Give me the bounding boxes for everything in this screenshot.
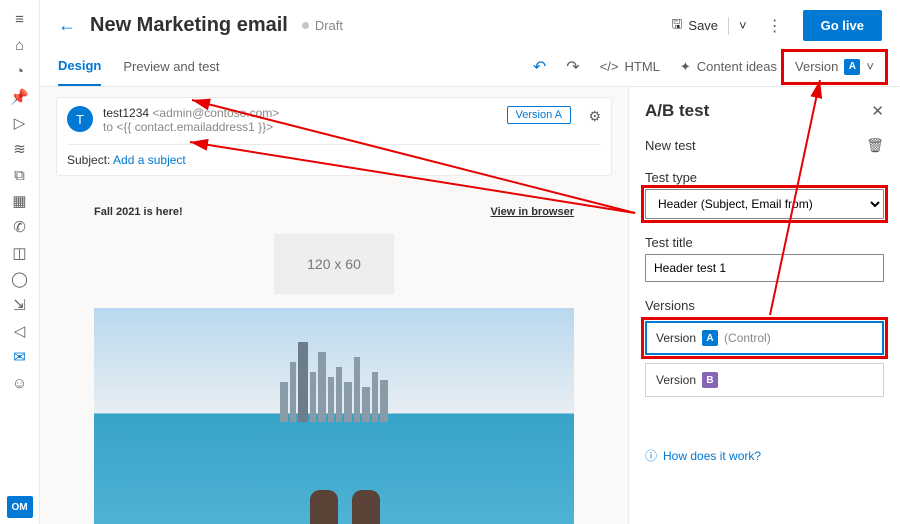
email-headline: Fall 2021 is here!: [94, 206, 183, 218]
bookmark-icon[interactable]: ◫: [4, 240, 36, 266]
how-does-it-work-link[interactable]: ⓘ How does it work?: [645, 447, 884, 464]
sender-avatar: T: [67, 106, 93, 132]
test-title-input[interactable]: [645, 254, 884, 282]
chevron-down-icon[interactable]: ˅: [739, 18, 747, 33]
logo-placeholder[interactable]: 120 x 60: [274, 234, 394, 294]
tab-design[interactable]: Design: [58, 47, 101, 86]
trash-icon[interactable]: 🗑: [866, 137, 884, 154]
from-block: test1234 <admin@contoso.com> to <{{ cont…: [103, 106, 279, 134]
sender-address: <admin@contoso.com>: [152, 106, 279, 120]
back-icon[interactable]: ←: [58, 15, 76, 36]
play-icon[interactable]: ▷: [4, 110, 36, 136]
hamburger-icon[interactable]: ≡: [4, 6, 36, 32]
share-icon[interactable]: ⇲: [4, 292, 36, 318]
main-area: ← New Marketing email Draft 🖫 Save ˅ ⋮ G…: [40, 0, 900, 524]
to-line: to <{{ contact.emailaddress1 }}>: [103, 120, 273, 134]
undo-icon[interactable]: ↶: [523, 57, 556, 77]
version-b-item[interactable]: Version B: [645, 363, 884, 397]
version-badge-a: A: [844, 59, 860, 75]
recent-icon[interactable]: ◔: [4, 58, 36, 84]
person-icon[interactable]: ◯: [4, 266, 36, 292]
code-icon: </>: [600, 59, 619, 74]
hero-image[interactable]: [94, 308, 574, 524]
version-b-text: Version: [656, 373, 696, 387]
email-body: Fall 2021 is here! View in browser 120 x…: [56, 206, 612, 524]
save-button[interactable]: 🖫 Save ˅: [671, 15, 746, 37]
go-live-button[interactable]: Go live: [803, 10, 882, 41]
more-icon[interactable]: ⋮: [761, 16, 789, 36]
phone-icon[interactable]: ✆: [4, 214, 36, 240]
panel-title: A/B test ✕: [645, 101, 884, 121]
sender-name: test1234: [103, 106, 149, 120]
test-type-label: Test type: [645, 170, 884, 185]
save-icon: 🖫: [671, 15, 682, 37]
pin-icon[interactable]: 📌: [4, 84, 36, 110]
org-badge[interactable]: OM: [7, 496, 33, 518]
subject-row: Subject: Add a subject: [67, 144, 601, 167]
version-a-text: Version: [656, 331, 696, 345]
view-in-browser-link[interactable]: View in browser: [490, 206, 574, 218]
version-badge-b: B: [702, 372, 718, 388]
new-test-label: New test: [645, 138, 696, 153]
content-ideas-button[interactable]: ✦ Content ideas: [670, 59, 787, 75]
flow-icon[interactable]: ≋: [4, 136, 36, 162]
gear-icon[interactable]: ⚙: [588, 108, 601, 125]
ab-test-panel: A/B test ✕ New test 🗑 Test type Header (…: [628, 87, 900, 524]
version-a-note: (Control): [724, 331, 771, 345]
html-label: HTML: [625, 59, 660, 74]
status-badge: Draft: [302, 18, 343, 33]
sparkle-icon: ✦: [680, 59, 691, 75]
test-title-label: Test title: [645, 235, 884, 250]
version-label: Version: [795, 59, 838, 74]
version-badge-a: A: [702, 330, 718, 346]
html-button[interactable]: </> HTML: [590, 59, 670, 74]
tab-preview[interactable]: Preview and test: [123, 48, 219, 85]
copy-icon[interactable]: ⧉: [4, 162, 36, 188]
page-header: ← New Marketing email Draft 🖫 Save ˅ ⋮ G…: [40, 0, 900, 47]
editor-toolbar: Design Preview and test ↶ ↷ </> HTML ✦ C…: [40, 47, 900, 87]
page-title: New Marketing email: [90, 14, 288, 37]
subject-input-link[interactable]: Add a subject: [113, 153, 186, 167]
save-label: Save: [688, 18, 718, 33]
left-navigation-rail: ≡ ⌂ ◔ 📌 ▷ ≋ ⧉ ▦ ✆ ◫ ◯ ⇲ ◁ ✉ ☺ OM: [0, 0, 40, 524]
subject-label: Subject:: [67, 153, 110, 167]
email-canvas: T test1234 <admin@contoso.com> to <{{ co…: [40, 87, 628, 524]
megaphone-icon[interactable]: ◁: [4, 318, 36, 344]
calendar-icon[interactable]: ▦: [4, 188, 36, 214]
redo-icon[interactable]: ↷: [556, 57, 589, 77]
chevron-down-icon: ˅: [866, 59, 874, 74]
help-icon: ⓘ: [645, 447, 657, 464]
content-ideas-label: Content ideas: [697, 59, 777, 74]
versions-label: Versions: [645, 298, 884, 313]
version-a-item[interactable]: Version A (Control): [645, 321, 884, 355]
close-icon[interactable]: ✕: [871, 102, 884, 120]
emoji-icon[interactable]: ☺: [4, 370, 36, 396]
version-a-chip[interactable]: Version A: [507, 106, 571, 124]
email-header-card: T test1234 <admin@contoso.com> to <{{ co…: [56, 97, 612, 176]
content-area: T test1234 <admin@contoso.com> to <{{ co…: [40, 87, 900, 524]
version-selector[interactable]: Version A ˅: [787, 55, 882, 79]
test-type-select[interactable]: Header (Subject, Email from): [645, 189, 884, 219]
mail-icon[interactable]: ✉: [4, 344, 36, 370]
home-icon[interactable]: ⌂: [4, 32, 36, 58]
